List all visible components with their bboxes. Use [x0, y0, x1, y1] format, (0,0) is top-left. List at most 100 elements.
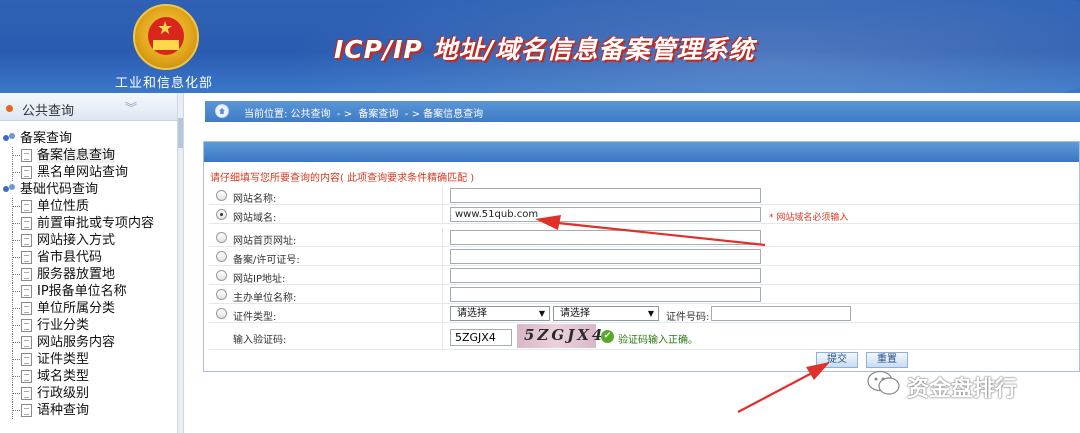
sidebar-item[interactable]: 服务器放置地 [0, 266, 178, 283]
sidebar-item-label: 网站服务内容 [37, 335, 116, 350]
query-form-panel: 请仔细填写您所要查询的内容( 此项查询要求条件精确匹配 ) 网站名称: 网站域名:… [203, 141, 1080, 372]
page-icon [21, 217, 32, 230]
sidebar-item-label: 黑名单网站查询 [37, 165, 129, 180]
sidebar-item[interactable]: 行业分类 [0, 317, 178, 334]
field-label: 网站名称: [233, 194, 277, 205]
sidebar-item[interactable]: 单位性质 [0, 198, 178, 215]
field-radio[interactable] [216, 190, 227, 201]
collapse-chevron-icon[interactable]: ︾ [125, 99, 137, 116]
sidebar-item[interactable]: 省市县代码 [0, 249, 178, 266]
page-icon [21, 200, 32, 213]
cert-type-label: 证件类型: [233, 312, 277, 323]
sidebar-item[interactable]: 前置审批或专项内容 [0, 215, 178, 232]
captcha-label: 输入验证码: [233, 335, 287, 346]
field-radio[interactable] [216, 270, 227, 281]
captcha-image[interactable]: 5ZGJX4 [517, 324, 602, 348]
field-label: 备案/许可证号: [233, 255, 300, 266]
form-row: 网站域名: * 网站域名必须输入 [209, 205, 1079, 224]
folder-icon [3, 184, 15, 194]
page-icon [21, 285, 32, 298]
form-row: 网站名称: [209, 186, 1079, 205]
field-radio[interactable] [216, 209, 227, 220]
sidebar-item-label: 单位性质 [37, 199, 90, 214]
page-icon [21, 234, 32, 247]
sidebar-item[interactable]: 域名类型 [0, 368, 178, 385]
sidebar-item-label: 备案信息查询 [37, 148, 116, 163]
captcha-ok-message: 验证码输入正确。 [618, 335, 698, 346]
bullet-icon [6, 105, 13, 112]
field-radio[interactable] [216, 251, 227, 262]
sidebar-item[interactable]: 网站服务内容 [0, 334, 178, 351]
field-radio[interactable] [216, 232, 227, 243]
sidebar-item-label: 服务器放置地 [37, 267, 116, 282]
sidebar-section-title: 公共查询 [22, 104, 75, 119]
field-label: 主办单位名称: [233, 293, 297, 304]
folder-icon [3, 133, 15, 143]
arrow-to-submit-line [737, 372, 813, 413]
cert-number-input[interactable] [711, 306, 851, 321]
page-icon [21, 319, 32, 332]
cert-subtype-select[interactable]: 请选择 ▼ [553, 306, 659, 321]
field-input[interactable] [450, 287, 761, 302]
breadcrumb-text: 当前位置: 公共查询 - > 备案查询 - > 备案信息查询 [244, 109, 484, 120]
page-icon [21, 387, 32, 400]
system-title: ICP/IP 地址/域名信息备案管理系统 [334, 35, 755, 64]
site-header: ★ 工业和信息化部 ICP/IP 地址/域名信息备案管理系统 [0, 0, 1080, 93]
field-label: 网站IP地址: [233, 274, 286, 285]
ministry-name: 工业和信息化部 [115, 76, 214, 91]
home-icon[interactable] [215, 104, 229, 118]
page-icon [21, 302, 32, 315]
field-label: 网站首页网址: [233, 236, 297, 247]
sidebar-splitter[interactable] [178, 93, 184, 433]
sidebar-group[interactable]: 基础代码查询 [0, 181, 178, 198]
sidebar-item[interactable]: 单位所属分类 [0, 300, 178, 317]
sidebar-item[interactable]: 语种查询 [0, 402, 178, 419]
watermark-text: 资金盘排行 [907, 377, 1018, 402]
sidebar-item[interactable]: IP报备单位名称 [0, 283, 178, 300]
sidebar-item[interactable]: 行政级别 [0, 385, 178, 402]
panel-header [204, 142, 1079, 162]
sidebar-item[interactable]: 黑名单网站查询 [0, 164, 178, 181]
sidebar-tree: 备案查询备案信息查询 黑名单网站查询基础代码查询单位性质前置审批或专项内容 网站接入… [0, 130, 178, 419]
sidebar-item[interactable]: 备案信息查询 [0, 147, 178, 164]
sidebar-item-label: 前置审批或专项内容 [37, 216, 155, 231]
captcha-input[interactable] [450, 329, 512, 346]
form-row: 备案/许可证号: [209, 247, 1079, 266]
form-notice: 请仔细填写您所要查询的内容( 此项查询要求条件精确匹配 ) [210, 173, 475, 184]
page-icon [21, 404, 32, 417]
sidebar-item-label: 省市县代码 [37, 250, 103, 265]
field-radio[interactable] [216, 289, 227, 300]
sidebar-item[interactable]: 证件类型 [0, 351, 178, 368]
field-input[interactable] [450, 268, 761, 283]
captcha-row: 输入验证码: 5ZGJX4 ✔ 验证码输入正确。 [209, 324, 1079, 350]
sidebar-item-label: 备案查询 [20, 131, 73, 146]
sidebar-item-label: 行政级别 [37, 386, 90, 401]
national-emblem-logo: ★ [133, 4, 199, 70]
cert-type-row: 证件类型: 请选择 ▼ 请选择 ▼ 证件号码: [209, 304, 1079, 323]
page-icon [21, 353, 32, 366]
field-input[interactable] [450, 230, 761, 245]
watermark: 资金盘排行 [867, 365, 1067, 405]
sidebar-item-label: 基础代码查询 [20, 182, 99, 197]
field-label: 网站域名: [233, 213, 277, 224]
form-row: 网站IP地址: [209, 266, 1079, 285]
sidebar-item-label: 网站接入方式 [37, 233, 116, 248]
sidebar-section-header[interactable]: 公共查询 ︾ [0, 93, 177, 121]
page-icon [21, 268, 32, 281]
field-input[interactable] [450, 207, 761, 222]
cert-type-radio[interactable] [216, 308, 227, 319]
field-input[interactable] [450, 249, 761, 264]
field-input[interactable] [450, 188, 761, 203]
submit-button[interactable]: 提交 [816, 352, 858, 368]
page-icon [21, 251, 32, 264]
sidebar-item[interactable]: 网站接入方式 [0, 232, 178, 249]
sidebar-item-label: 语种查询 [37, 403, 90, 418]
sidebar-item-label: 域名类型 [37, 369, 90, 384]
page-icon [21, 336, 32, 349]
sidebar-item-label: IP报备单位名称 [37, 284, 127, 299]
sidebar-item-label: 证件类型 [37, 352, 90, 367]
sidebar-group[interactable]: 备案查询 [0, 130, 178, 147]
cert-type-select[interactable]: 请选择 ▼ [450, 306, 550, 321]
form-row: 网站首页网址: [209, 228, 1079, 247]
page-icon [21, 149, 32, 162]
